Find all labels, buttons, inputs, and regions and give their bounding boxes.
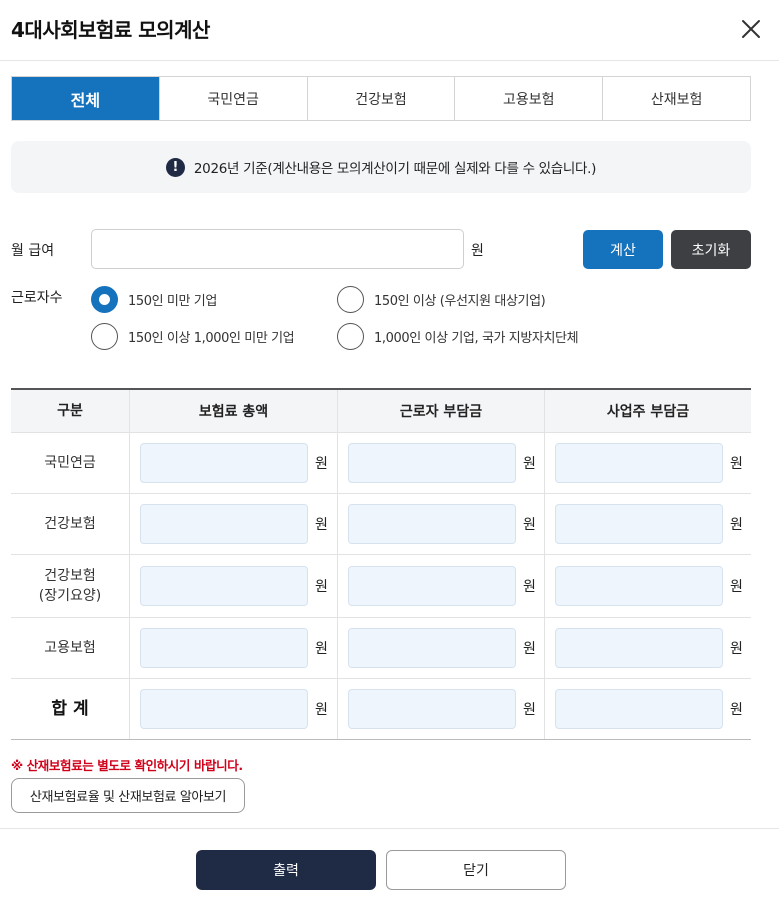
close-button[interactable]: 닫기 xyxy=(386,850,566,890)
unit-label: 원 xyxy=(523,579,536,595)
row-label: 국민연금 xyxy=(44,455,96,471)
table-header-row: 구분 보험료 총액 근로자 부담금 사업주 부담금 xyxy=(11,390,751,433)
industrial-insurance-warning: ※ 산재보험료는 별도로 확인하시기 바랍니다. xyxy=(11,758,243,773)
table-total-row: 합 계 원 원 원 xyxy=(11,679,751,740)
employee-share-field[interactable] xyxy=(348,566,516,606)
employer-share-sum-field[interactable] xyxy=(555,689,723,729)
total-premium-field[interactable] xyxy=(140,443,308,483)
salary-label: 월 급여 xyxy=(11,243,55,259)
unit-label: 원 xyxy=(315,579,328,595)
salary-input[interactable] xyxy=(91,229,464,269)
header-employee-share: 근로자 부담금 xyxy=(337,390,544,432)
radio-unchecked-icon xyxy=(337,286,364,313)
total-premium-field[interactable] xyxy=(140,566,308,606)
tab-health-insurance[interactable]: 건강보험 xyxy=(306,77,455,120)
employer-share-field[interactable] xyxy=(555,628,723,668)
radio-unchecked-icon xyxy=(91,323,118,350)
radio-unchecked-icon xyxy=(337,323,364,350)
salary-unit: 원 xyxy=(471,243,484,259)
header-category: 구분 xyxy=(57,403,83,419)
exclamation-icon: ! xyxy=(165,157,185,177)
unit-label: 원 xyxy=(315,456,328,472)
notice-text: 2026년 기준(계산내용은 모의계산이기 때문에 실제와 다를 수 있습니다.… xyxy=(193,161,597,177)
radio-label: 150인 이상 1,000인 미만 기업 xyxy=(128,331,295,346)
industrial-insurance-info-button[interactable]: 산재보험료율 및 산재보험료 알아보기 xyxy=(11,778,245,813)
insurance-tabs: 전체 국민연금 건강보험 고용보험 산재보험 xyxy=(11,76,751,121)
reset-button[interactable]: 초기화 xyxy=(671,230,751,269)
tab-industrial-accident-insurance[interactable]: 산재보험 xyxy=(602,77,750,120)
row-label: 고용보험 xyxy=(44,640,96,656)
table-row: 건강보험 원 원 원 xyxy=(11,494,751,555)
unit-label: 원 xyxy=(730,517,743,533)
total-label: 합 계 xyxy=(51,699,89,719)
unit-label: 원 xyxy=(523,641,536,657)
total-premium-field[interactable] xyxy=(140,504,308,544)
notice-box: ! 2026년 기준(계산내용은 모의계산이기 때문에 실제와 다를 수 있습니… xyxy=(11,141,751,193)
unit-label: 원 xyxy=(315,517,328,533)
radio-over-1000-government[interactable]: 1,000인 이상 기업, 국가 지방자치단체 xyxy=(337,323,579,350)
row-label: 건강보험 xyxy=(44,516,96,532)
unit-label: 원 xyxy=(730,702,743,718)
unit-label: 원 xyxy=(523,456,536,472)
employer-share-field[interactable] xyxy=(555,566,723,606)
dialog-header: 4대사회보험료 모의계산 xyxy=(0,0,779,61)
unit-label: 원 xyxy=(523,702,536,718)
radio-under-150[interactable]: 150인 미만 기업 xyxy=(91,286,217,313)
radio-over-150-priority[interactable]: 150인 이상 (우선지원 대상기업) xyxy=(337,286,546,313)
table-row: 건강보험 (장기요양) 원 원 원 xyxy=(11,555,751,618)
employee-share-field[interactable] xyxy=(348,443,516,483)
calculate-button[interactable]: 계산 xyxy=(583,230,663,269)
radio-checked-icon xyxy=(91,286,118,313)
tab-all[interactable]: 전체 xyxy=(12,77,159,120)
dialog-title: 4대사회보험료 모의계산 xyxy=(11,18,210,42)
unit-label: 원 xyxy=(730,641,743,657)
unit-label: 원 xyxy=(315,702,328,718)
dialog-footer: 출력 닫기 xyxy=(0,828,779,911)
header-employer-share: 사업주 부담금 xyxy=(544,390,751,432)
radio-label: 150인 이상 (우선지원 대상기업) xyxy=(374,294,546,309)
radio-150-to-1000[interactable]: 150인 이상 1,000인 미만 기업 xyxy=(91,323,295,350)
tab-national-pension[interactable]: 국민연금 xyxy=(158,77,307,120)
row-label: 건강보험 (장기요양) xyxy=(38,568,102,604)
unit-label: 원 xyxy=(315,641,328,657)
unit-label: 원 xyxy=(523,517,536,533)
radio-label: 150인 미만 기업 xyxy=(128,294,217,309)
employee-share-field[interactable] xyxy=(348,628,516,668)
table-row: 국민연금 원 원 원 xyxy=(11,433,751,494)
table-row: 고용보험 원 원 원 xyxy=(11,618,751,679)
print-button[interactable]: 출력 xyxy=(196,850,376,890)
close-icon[interactable] xyxy=(738,16,764,42)
radio-label: 1,000인 이상 기업, 국가 지방자치단체 xyxy=(374,331,579,346)
employer-share-field[interactable] xyxy=(555,504,723,544)
unit-label: 원 xyxy=(730,456,743,472)
header-total-premium: 보험료 총액 xyxy=(129,390,337,432)
employee-share-sum-field[interactable] xyxy=(348,689,516,729)
employer-share-field[interactable] xyxy=(555,443,723,483)
total-premium-sum-field[interactable] xyxy=(140,689,308,729)
premium-table: 구분 보험료 총액 근로자 부담금 사업주 부담금 국민연금 원 원 원 건강보… xyxy=(11,388,751,740)
employee-share-field[interactable] xyxy=(348,504,516,544)
total-premium-field[interactable] xyxy=(140,628,308,668)
workers-label: 근로자수 xyxy=(11,290,63,306)
calculator-dialog: 4대사회보험료 모의계산 전체 국민연금 건강보험 고용보험 산재보험 ! 20… xyxy=(0,0,779,911)
tab-employment-insurance[interactable]: 고용보험 xyxy=(454,77,603,120)
unit-label: 원 xyxy=(730,579,743,595)
